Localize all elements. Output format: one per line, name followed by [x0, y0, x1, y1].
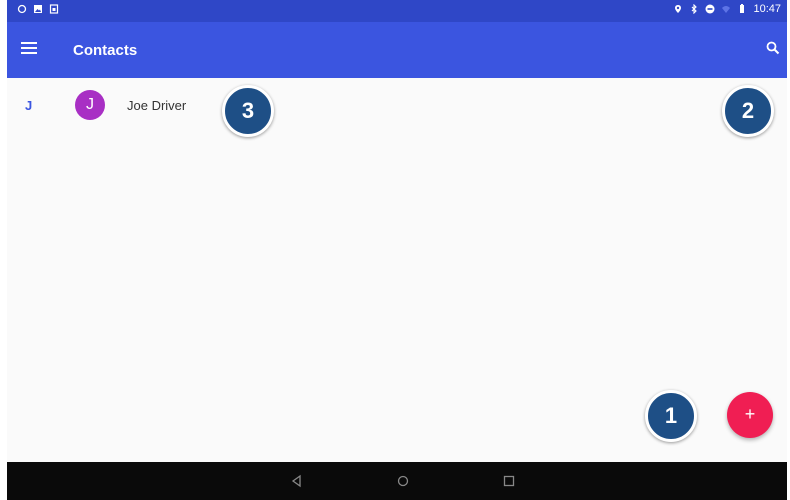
notification-icon	[17, 4, 27, 14]
system-nav-bar	[7, 462, 787, 500]
back-icon[interactable]	[289, 473, 305, 489]
battery-icon	[740, 4, 745, 13]
callout-badge-3: 3	[222, 85, 274, 137]
contact-name: Joe Driver	[127, 98, 187, 113]
bluetooth-icon	[692, 4, 698, 14]
wifi-icon	[722, 6, 731, 13]
image-icon	[34, 5, 42, 13]
do-not-disturb-icon	[705, 4, 715, 14]
callout-badge-2: 2	[722, 85, 774, 137]
page-title: Contacts	[73, 42, 138, 59]
app-toolbar: Contacts	[7, 22, 787, 78]
callout-badge-1: 1	[645, 390, 697, 442]
home-icon[interactable]	[395, 473, 411, 489]
sim-icon	[49, 4, 59, 14]
location-icon	[675, 5, 682, 13]
status-time: 10:47	[753, 3, 781, 15]
hamburger-menu-icon[interactable]	[21, 42, 37, 56]
search-icon[interactable]	[765, 40, 781, 56]
add-contact-button[interactable]: +	[727, 392, 773, 438]
recents-icon[interactable]	[501, 473, 517, 489]
contact-row[interactable]: J J Joe Driver	[7, 88, 787, 124]
status-bar: 10:47	[7, 0, 787, 22]
avatar: J	[75, 90, 105, 120]
section-letter: J	[25, 98, 33, 113]
